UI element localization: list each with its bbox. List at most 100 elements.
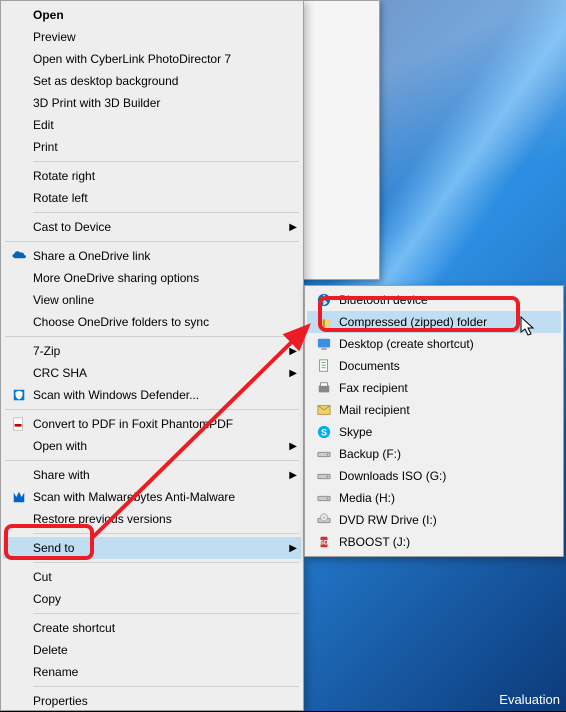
- submenu-label: Downloads ISO (G:): [335, 469, 557, 483]
- submenu-item-downloads-drive[interactable]: Downloads ISO (G:): [307, 465, 561, 487]
- submenu-label: Desktop (create shortcut): [335, 337, 557, 351]
- menu-label: 7-Zip: [29, 344, 289, 358]
- menu-item-rotate-left[interactable]: Rotate left: [3, 187, 301, 209]
- menu-label: Print: [29, 140, 297, 154]
- menu-item-send-to[interactable]: Send to▶: [3, 537, 301, 559]
- mail-icon: [313, 403, 335, 417]
- menu-label: CRC SHA: [29, 366, 289, 380]
- onedrive-icon: [9, 249, 29, 263]
- separator: [5, 409, 299, 410]
- submenu-arrow-icon: ▶: [289, 222, 297, 233]
- menu-item-edit[interactable]: Edit: [3, 114, 301, 136]
- menu-item-rotate-right[interactable]: Rotate right: [3, 165, 301, 187]
- drive-icon: [313, 447, 335, 461]
- submenu-item-mail[interactable]: Mail recipient: [307, 399, 561, 421]
- menu-item-print[interactable]: Print: [3, 136, 301, 158]
- menu-item-more-onedrive[interactable]: More OneDrive sharing options: [3, 267, 301, 289]
- send-to-submenu: Bluetooth device Compressed (zipped) fol…: [304, 285, 564, 557]
- menu-item-crc-sha[interactable]: CRC SHA▶: [3, 362, 301, 384]
- svg-text:SD: SD: [320, 540, 329, 547]
- menu-item-set-background[interactable]: Set as desktop background: [3, 70, 301, 92]
- submenu-item-rboost-drive[interactable]: SD RBOOST (J:): [307, 531, 561, 553]
- menu-label: Share with: [29, 468, 289, 482]
- dvd-drive-icon: [313, 513, 335, 527]
- menu-item-view-online[interactable]: View online: [3, 289, 301, 311]
- submenu-arrow-icon: ▶: [289, 346, 297, 357]
- menu-item-choose-onedrive[interactable]: Choose OneDrive folders to sync: [3, 311, 301, 333]
- menu-label: Preview: [29, 30, 297, 44]
- menu-label: Restore previous versions: [29, 512, 297, 526]
- submenu-label: Bluetooth device: [335, 293, 557, 307]
- zip-folder-icon: [313, 315, 335, 329]
- submenu-arrow-icon: ▶: [289, 368, 297, 379]
- menu-label: 3D Print with 3D Builder: [29, 96, 297, 110]
- menu-label: Open: [29, 8, 297, 22]
- submenu-item-documents[interactable]: Documents: [307, 355, 561, 377]
- submenu-item-fax[interactable]: Fax recipient: [307, 377, 561, 399]
- menu-item-open-with[interactable]: Open with▶: [3, 435, 301, 457]
- menu-item-preview[interactable]: Preview: [3, 26, 301, 48]
- menu-label: View online: [29, 293, 297, 307]
- menu-label: Copy: [29, 592, 297, 606]
- submenu-item-backup-drive[interactable]: Backup (F:): [307, 443, 561, 465]
- submenu-arrow-icon: ▶: [289, 470, 297, 481]
- menu-item-properties[interactable]: Properties: [3, 690, 301, 712]
- menu-item-cut[interactable]: Cut: [3, 566, 301, 588]
- menu-label: Set as desktop background: [29, 74, 297, 88]
- submenu-label: Backup (F:): [335, 447, 557, 461]
- menu-label: Scan with Malwarebytes Anti-Malware: [29, 490, 297, 504]
- menu-item-copy[interactable]: Copy: [3, 588, 301, 610]
- menu-item-open[interactable]: Open: [3, 4, 301, 26]
- menu-item-7zip[interactable]: 7-Zip▶: [3, 340, 301, 362]
- separator: [33, 613, 299, 614]
- readyboost-icon: SD: [313, 535, 335, 549]
- menu-item-delete[interactable]: Delete: [3, 639, 301, 661]
- menu-label: Properties: [29, 694, 297, 708]
- submenu-item-compressed-folder[interactable]: Compressed (zipped) folder: [307, 311, 561, 333]
- separator: [33, 212, 299, 213]
- menu-item-foxit[interactable]: Convert to PDF in Foxit PhantomPDF: [3, 413, 301, 435]
- menu-item-defender[interactable]: Scan with Windows Defender...: [3, 384, 301, 406]
- separator: [5, 241, 299, 242]
- menu-item-cyberlink[interactable]: Open with CyberLink PhotoDirector 7: [3, 48, 301, 70]
- menu-item-create-shortcut[interactable]: Create shortcut: [3, 617, 301, 639]
- submenu-arrow-icon: ▶: [289, 441, 297, 452]
- bluetooth-icon: [313, 293, 335, 307]
- separator: [33, 533, 299, 534]
- menu-item-rename[interactable]: Rename: [3, 661, 301, 683]
- documents-icon: [313, 359, 335, 373]
- submenu-label: DVD RW Drive (I:): [335, 513, 557, 527]
- separator: [33, 686, 299, 687]
- menu-label: Convert to PDF in Foxit PhantomPDF: [29, 417, 297, 431]
- submenu-label: RBOOST (J:): [335, 535, 557, 549]
- menu-label: Send to: [29, 541, 289, 555]
- submenu-item-dvd-drive[interactable]: DVD RW Drive (I:): [307, 509, 561, 531]
- drive-icon: [313, 469, 335, 483]
- submenu-arrow-icon: ▶: [289, 543, 297, 554]
- separator: [5, 336, 299, 337]
- menu-item-malwarebytes[interactable]: Scan with Malwarebytes Anti-Malware: [3, 486, 301, 508]
- menu-item-share-with[interactable]: Share with▶: [3, 464, 301, 486]
- submenu-label: Mail recipient: [335, 403, 557, 417]
- defender-icon: [9, 388, 29, 402]
- submenu-item-media-drive[interactable]: Media (H:): [307, 487, 561, 509]
- submenu-item-bluetooth[interactable]: Bluetooth device: [307, 289, 561, 311]
- malwarebytes-icon: [9, 490, 29, 504]
- menu-item-3d-print[interactable]: 3D Print with 3D Builder: [3, 92, 301, 114]
- menu-label: Open with: [29, 439, 289, 453]
- pdf-icon: [9, 417, 29, 431]
- separator: [33, 562, 299, 563]
- menu-item-share-onedrive[interactable]: Share a OneDrive link: [3, 245, 301, 267]
- separator: [33, 161, 299, 162]
- submenu-item-skype[interactable]: SSkype: [307, 421, 561, 443]
- menu-item-cast[interactable]: Cast to Device▶: [3, 216, 301, 238]
- submenu-label: Compressed (zipped) folder: [335, 315, 557, 329]
- skype-icon: S: [313, 425, 335, 439]
- menu-label: More OneDrive sharing options: [29, 271, 297, 285]
- separator: [5, 460, 299, 461]
- menu-item-restore-previous[interactable]: Restore previous versions: [3, 508, 301, 530]
- desktop-icon: [313, 337, 335, 351]
- submenu-item-desktop-shortcut[interactable]: Desktop (create shortcut): [307, 333, 561, 355]
- drive-icon: [313, 491, 335, 505]
- submenu-label: Fax recipient: [335, 381, 557, 395]
